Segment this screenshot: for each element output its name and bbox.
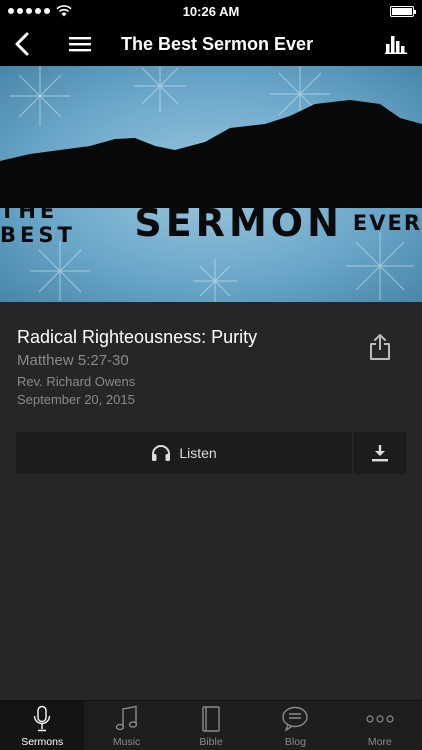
navigation-bar: The Best Sermon Ever <box>0 22 422 66</box>
sermon-date: September 20, 2015 <box>17 392 135 407</box>
headphones-icon <box>152 445 171 461</box>
artwork-title-text: THE BEST SERMON EVER <box>0 198 422 248</box>
sermon-title: Radical Righteousness: Purity <box>17 327 258 347</box>
sermon-speaker: Rev. Richard Owens <box>17 374 136 389</box>
more-dots-icon <box>366 715 394 723</box>
status-bar: 10:26 AM <box>0 0 422 22</box>
share-icon <box>370 334 390 360</box>
share-button[interactable] <box>368 332 392 362</box>
chevron-left-icon <box>15 32 29 56</box>
battery-icon <box>390 5 416 17</box>
download-icon <box>372 445 388 462</box>
sermon-artwork: THE BEST SERMON EVER <box>0 66 422 302</box>
tab-music-label: Music <box>112 736 141 748</box>
listen-button[interactable]: Listen <box>16 432 352 474</box>
menu-button[interactable] <box>66 30 94 58</box>
tab-blog[interactable]: Blog <box>253 701 337 750</box>
hamburger-menu-icon <box>69 37 91 52</box>
tab-more[interactable]: More <box>338 701 422 750</box>
tab-sermons-label: Sermons <box>21 736 64 748</box>
chat-bubble-icon <box>282 706 309 732</box>
tab-bible-label: Bible <box>199 736 223 748</box>
artwork-title-main: SERMON <box>134 201 343 245</box>
artwork-title-left: THE BEST <box>0 199 76 247</box>
tab-music[interactable]: Music <box>84 701 168 750</box>
listen-label: Listen <box>179 445 217 461</box>
microphone-icon <box>34 705 51 732</box>
tab-bar: Sermons Music Bible Blog More <box>0 700 422 750</box>
music-note-icon <box>115 705 137 731</box>
sermon-passage: Matthew 5:27-30 <box>17 352 129 369</box>
status-time: 10:26 AM <box>182 3 240 19</box>
bar-chart-icon <box>385 36 407 54</box>
sermon-info: Radical Righteousness: Purity Matthew 5:… <box>0 302 422 432</box>
tab-blog-label: Blog <box>284 736 306 748</box>
artwork-title-right: EVER <box>352 211 422 235</box>
page-title: The Best Sermon Ever <box>121 34 314 54</box>
tab-sermons[interactable]: Sermons <box>0 701 85 750</box>
download-button[interactable] <box>354 432 406 474</box>
tab-more-label: More <box>367 736 392 748</box>
book-icon <box>202 706 220 732</box>
back-button[interactable] <box>8 30 36 58</box>
artwork-illustration <box>0 66 422 302</box>
sermon-actions: Listen <box>16 432 406 474</box>
tab-bible[interactable]: Bible <box>169 701 253 750</box>
stats-button[interactable] <box>384 32 408 56</box>
